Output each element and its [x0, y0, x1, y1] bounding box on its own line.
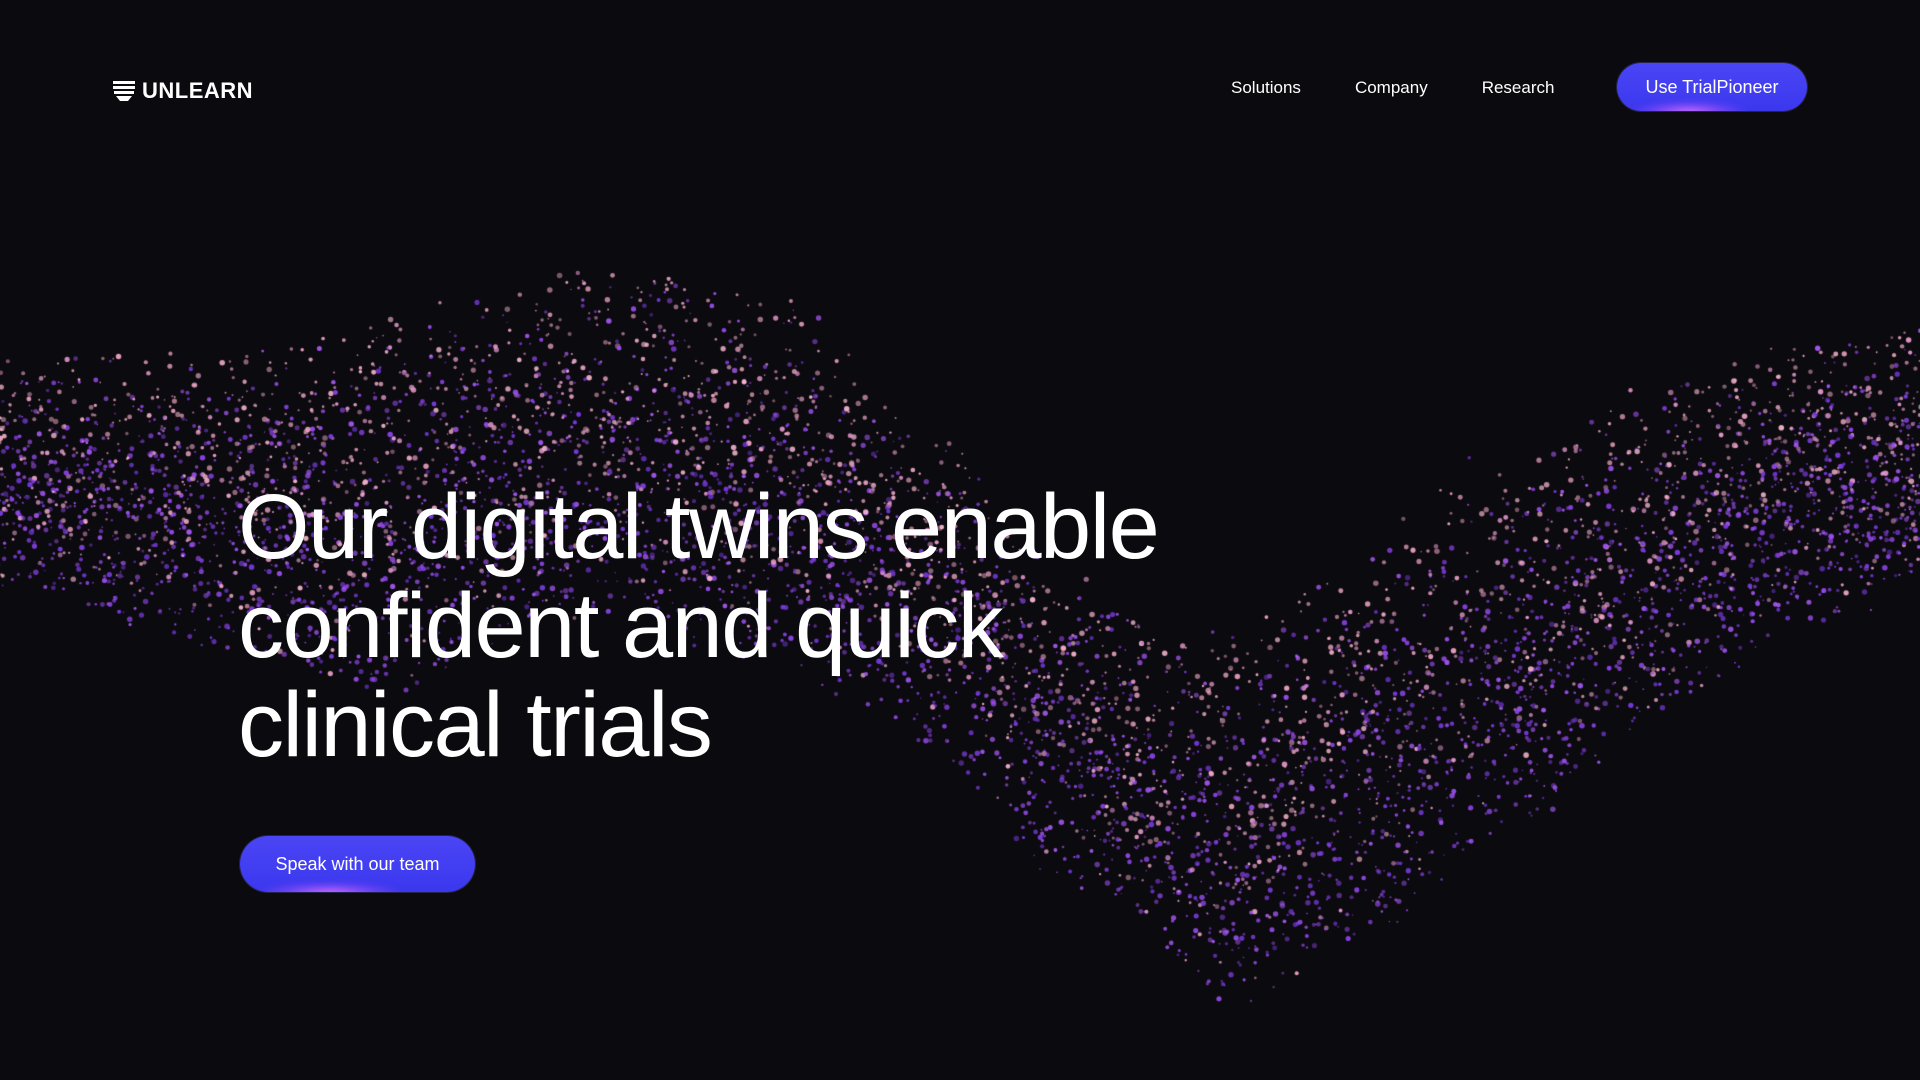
hero-headline: Our digital twins enable confident and q…: [238, 478, 1338, 775]
speak-with-team-label: Speak with our team: [275, 853, 440, 874]
brand-name: UNLEARN: [142, 78, 254, 103]
speak-with-team-button[interactable]: Speak with our team: [240, 836, 475, 892]
nav-item-company[interactable]: Company: [1355, 78, 1428, 98]
hero-headline-line-1: Our digital twins enable: [238, 476, 1160, 578]
use-trialpioneer-button[interactable]: Use TrialPioneer: [1617, 63, 1807, 111]
site-header: UNLEARN Solutions Company Research Use T…: [0, 0, 1920, 180]
brand-logo[interactable]: UNLEARN: [112, 78, 253, 104]
nav-item-solutions[interactable]: Solutions: [1231, 78, 1301, 98]
hero-headline-line-3: clinical trials: [238, 674, 713, 776]
unlearn-logo-icon: [113, 81, 135, 101]
hero-headline-line-2: confident and quick: [238, 575, 1004, 677]
nav-item-research[interactable]: Research: [1482, 78, 1555, 98]
main-nav: Solutions Company Research: [1231, 78, 1554, 98]
use-trialpioneer-label: Use TrialPioneer: [1645, 76, 1779, 97]
hero-section: Our digital twins enable confident and q…: [238, 478, 1338, 775]
